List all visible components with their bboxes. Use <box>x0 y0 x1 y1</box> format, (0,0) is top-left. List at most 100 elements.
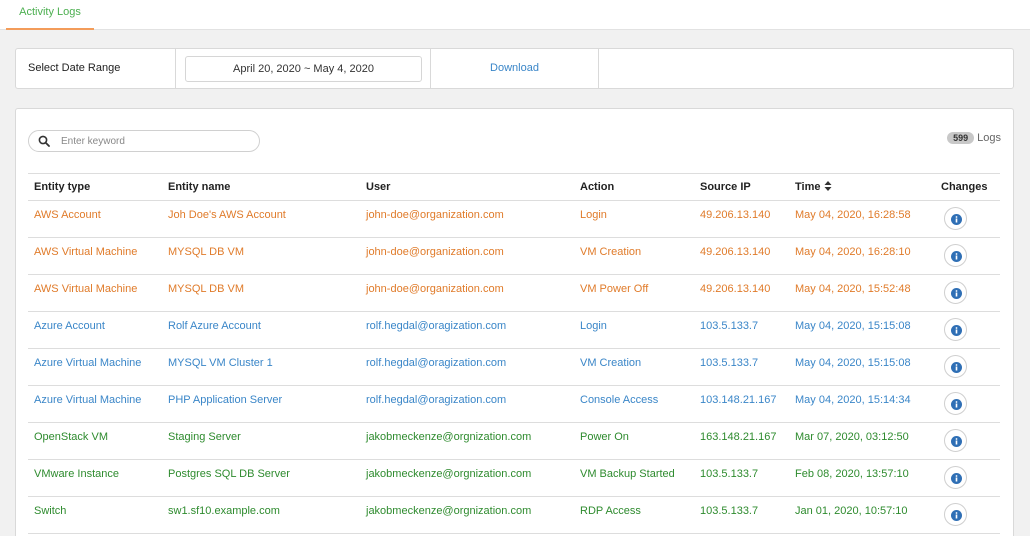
table-row[interactable]: Switch sw1.sf10.example.com jakobmeckenze@… <box>28 497 1000 534</box>
header-source-ip[interactable]: Source IP <box>700 174 751 200</box>
date-range-label: Select Date Range <box>16 49 176 88</box>
table-row[interactable]: AWS Virtual Machine MYSQL DB VM john-doe@o… <box>28 238 1000 275</box>
table-row[interactable]: OpenStack VM Staging Server jakobmeckenze@… <box>28 423 1000 460</box>
table-row[interactable]: Azure Virtual Machine PHP Application Ser… <box>28 386 1000 423</box>
cell-source-ip: 103.148.21.167 <box>700 394 777 406</box>
cell-time: May 04, 2020, 16:28:10 <box>795 246 911 258</box>
header-entity-type[interactable]: Entity type <box>34 174 90 200</box>
cell-source-ip: 103.5.133.7 <box>700 468 759 480</box>
cell-user: jakobmeckenze@orgnization.com <box>366 468 532 480</box>
info-icon <box>951 251 962 262</box>
date-range-picker[interactable]: April 20, 2020 ~ May 4, 2020 <box>185 56 422 82</box>
cell-entity-type: AWS Virtual Machine <box>34 283 138 295</box>
search-icon <box>38 135 50 147</box>
cell-time: Feb 08, 2020, 13:57:10 <box>795 468 909 480</box>
search-box[interactable] <box>28 130 260 152</box>
table-row[interactable]: AWS Account Joh Doe's AWS Account john-doe… <box>28 201 1000 238</box>
info-icon <box>951 362 962 373</box>
changes-info-button[interactable] <box>944 281 967 304</box>
cell-entity-name: MYSQL VM Cluster 1 <box>168 357 273 369</box>
cell-user: john-doe@organization.com <box>366 209 504 221</box>
table-row[interactable]: VMware Instance Postgres SQL DB Server jak… <box>28 460 1000 497</box>
cell-entity-type: Azure Account <box>34 320 105 332</box>
cell-action: RDP Access <box>580 505 641 517</box>
table-row[interactable]: Azure Account Rolf Azure Account rolf.hegd… <box>28 312 1000 349</box>
changes-info-button[interactable] <box>944 244 967 267</box>
table-header: Entity type Entity name User Action Sour… <box>28 173 1000 201</box>
cell-source-ip: 163.148.21.167 <box>700 431 777 443</box>
cell-time: Jan 01, 2020, 10:57:10 <box>795 505 908 517</box>
cell-action: VM Backup Started <box>580 468 675 480</box>
cell-source-ip: 49.206.13.140 <box>700 283 771 295</box>
header-action[interactable]: Action <box>580 174 614 200</box>
changes-info-button[interactable] <box>944 466 967 489</box>
header-entity-name[interactable]: Entity name <box>168 174 230 200</box>
cell-time: May 04, 2020, 15:52:48 <box>795 283 911 295</box>
cell-source-ip: 49.206.13.140 <box>700 209 771 221</box>
cell-user: rolf.hegdal@oragization.com <box>366 357 507 369</box>
cell-entity-name: Joh Doe's AWS Account <box>168 209 286 221</box>
cell-source-ip: 103.5.133.7 <box>700 320 759 332</box>
cell-user: jakobmeckenze@orgnization.com <box>366 431 532 443</box>
search-input[interactable] <box>61 133 251 149</box>
info-icon <box>951 436 962 447</box>
cell-entity-type: Azure Virtual Machine <box>34 357 142 369</box>
top-bar: Activity Logs <box>0 0 1030 30</box>
cell-action: VM Power Off <box>580 283 649 295</box>
changes-info-button[interactable] <box>944 429 967 452</box>
cell-entity-name: MYSQL DB VM <box>168 246 244 258</box>
cell-entity-type: Azure Virtual Machine <box>34 394 142 406</box>
cell-time: May 04, 2020, 15:15:08 <box>795 320 911 332</box>
cell-action: VM Creation <box>580 357 642 369</box>
cell-entity-type: AWS Account <box>34 209 101 221</box>
header-time-label: Time <box>795 181 821 193</box>
table-row[interactable]: AWS Virtual Machine MYSQL DB VM john-doe@o… <box>28 275 1000 312</box>
activity-log-table: Entity type Entity name User Action Sour… <box>28 173 1000 534</box>
cell-time: Mar 07, 2020, 03:12:50 <box>795 431 909 443</box>
info-icon <box>951 399 962 410</box>
table-row[interactable]: Azure Virtual Machine MYSQL VM Cluster 1 r… <box>28 349 1000 386</box>
info-icon <box>951 214 962 225</box>
cell-entity-type: VMware Instance <box>34 468 119 480</box>
cell-entity-type: OpenStack VM <box>34 431 108 443</box>
log-count-label: Logs <box>977 132 1001 144</box>
download-button[interactable]: Download <box>431 49 599 88</box>
date-filter-bar: Select Date Range April 20, 2020 ~ May 4… <box>15 48 1014 89</box>
cell-entity-type: Switch <box>34 505 67 517</box>
cell-action: Login <box>580 209 607 221</box>
cell-action: Power On <box>580 431 629 443</box>
cell-action: Console Access <box>580 394 659 406</box>
cell-action: Login <box>580 320 607 332</box>
changes-info-button[interactable] <box>944 355 967 378</box>
cell-time: May 04, 2020, 15:15:08 <box>795 357 911 369</box>
info-icon <box>951 288 962 299</box>
date-range-cell: April 20, 2020 ~ May 4, 2020 <box>176 49 431 88</box>
cell-entity-name: Rolf Azure Account <box>168 320 261 332</box>
cell-time: May 04, 2020, 16:28:58 <box>795 209 911 221</box>
changes-info-button[interactable] <box>944 392 967 415</box>
changes-info-button[interactable] <box>944 318 967 341</box>
cell-user: john-doe@organization.com <box>366 283 504 295</box>
header-user[interactable]: User <box>366 174 390 200</box>
cell-entity-name: sw1.sf10.example.com <box>168 505 280 517</box>
log-count-badge: 599 <box>947 132 975 144</box>
info-icon <box>951 325 962 336</box>
cell-source-ip: 103.5.133.7 <box>700 505 759 517</box>
cell-user: john-doe@organization.com <box>366 246 504 258</box>
changes-info-button[interactable] <box>944 503 967 526</box>
info-icon <box>951 510 962 521</box>
cell-entity-name: Staging Server <box>168 431 241 443</box>
cell-entity-name: PHP Application Server <box>168 394 283 406</box>
cell-user: rolf.hegdal@oragization.com <box>366 394 507 406</box>
sort-icon[interactable] <box>824 181 832 191</box>
cell-user: jakobmeckenze@orgnization.com <box>366 505 532 517</box>
cell-entity-name: MYSQL DB VM <box>168 283 244 295</box>
log-count: 599 Logs <box>947 132 1001 144</box>
changes-info-button[interactable] <box>944 207 967 230</box>
cell-source-ip: 49.206.13.140 <box>700 246 771 258</box>
filter-bar-spacer <box>599 49 1013 88</box>
cell-entity-type: AWS Virtual Machine <box>34 246 138 258</box>
cell-source-ip: 103.5.133.7 <box>700 357 759 369</box>
header-time[interactable]: Time <box>795 174 832 200</box>
tab-activity-logs[interactable]: Activity Logs <box>6 0 94 30</box>
